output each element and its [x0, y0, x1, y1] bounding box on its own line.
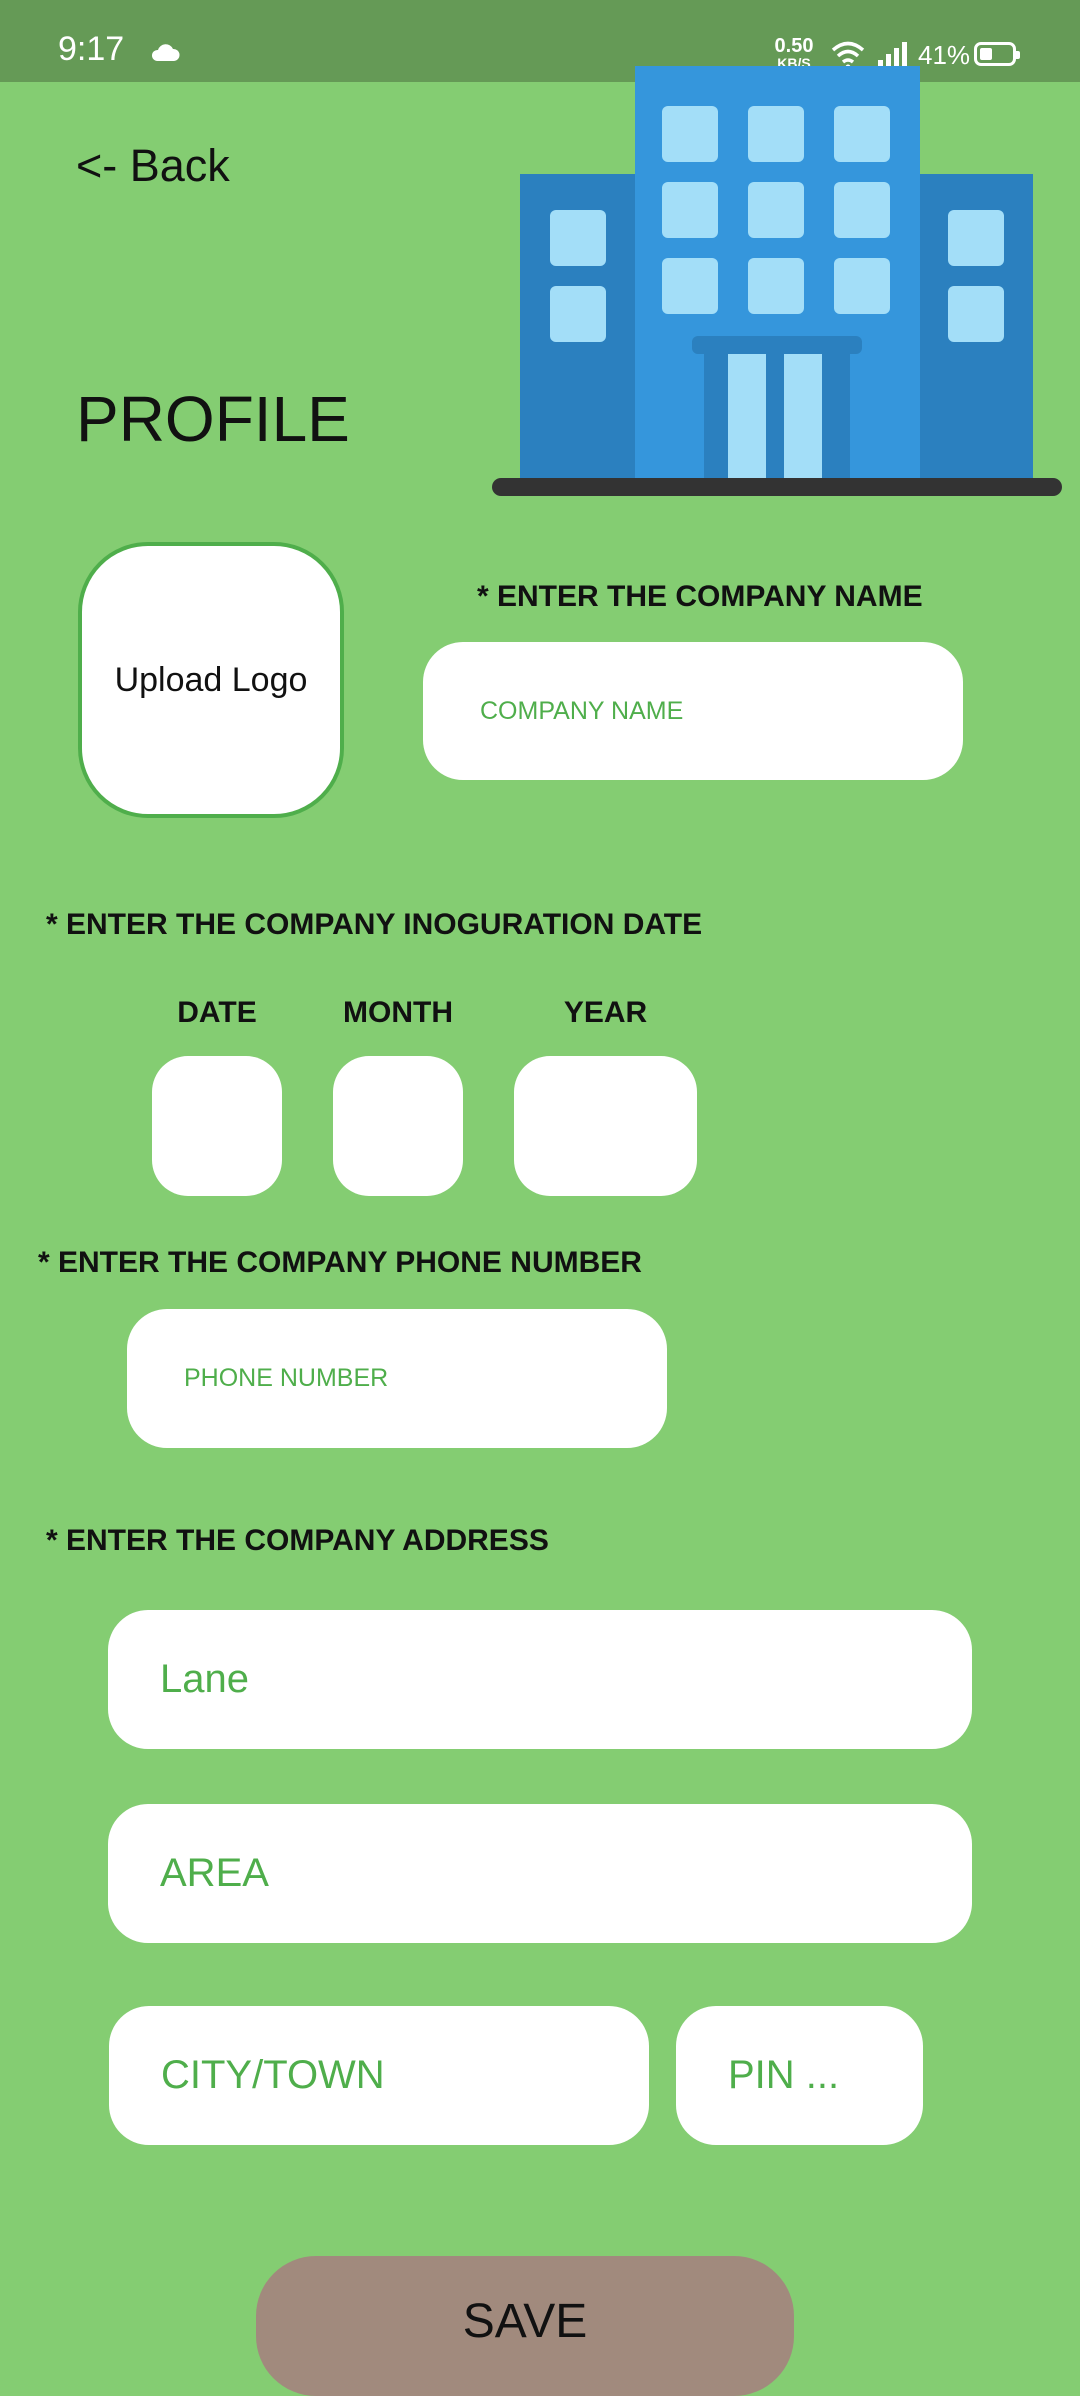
year-input[interactable]: [514, 1056, 697, 1196]
battery-icon: [974, 42, 1020, 66]
pin-code-input[interactable]: PIN ...: [676, 2006, 923, 2145]
upload-logo-button[interactable]: Upload Logo: [78, 542, 344, 818]
lane-input[interactable]: Lane: [108, 1610, 972, 1749]
save-button-label: SAVE: [462, 2295, 588, 2348]
status-time: 9:17: [58, 30, 125, 68]
date-input[interactable]: [152, 1056, 282, 1196]
cloud-icon: [150, 42, 180, 67]
phone-number-placeholder: PHONE NUMBER: [184, 1364, 389, 1392]
company-name-label: * ENTER THE COMPANY NAME: [477, 580, 923, 613]
pin-code-placeholder: PIN ...: [728, 2053, 840, 2097]
address-label: * ENTER THE COMPANY ADDRESS: [46, 1524, 549, 1557]
lane-placeholder: Lane: [160, 1657, 249, 1701]
area-input[interactable]: AREA: [108, 1804, 972, 1943]
network-speed-value: 0.50: [774, 35, 814, 57]
company-name-placeholder: COMPANY NAME: [480, 696, 684, 725]
city-town-placeholder: CITY/TOWN: [161, 2053, 385, 2097]
phone-number-input[interactable]: PHONE NUMBER: [127, 1309, 667, 1448]
city-town-input[interactable]: CITY/TOWN: [109, 2006, 649, 2145]
month-label: MONTH: [343, 996, 453, 1029]
building-icon: [490, 66, 1064, 505]
network-speed: 0.50 KB/S: [768, 36, 820, 70]
date-label: DATE: [177, 996, 257, 1029]
area-placeholder: AREA: [160, 1851, 269, 1895]
month-input[interactable]: [333, 1056, 463, 1196]
inauguration-date-label: * ENTER THE COMPANY INOGURATION DATE: [46, 908, 703, 941]
year-label: YEAR: [563, 996, 648, 1029]
company-name-input[interactable]: COMPANY NAME: [423, 642, 963, 780]
upload-logo-label: Upload Logo: [114, 660, 308, 699]
page-title: PROFILE: [76, 383, 350, 455]
phone-number-label: * ENTER THE COMPANY PHONE NUMBER: [38, 1246, 642, 1279]
back-button[interactable]: <- Back: [76, 140, 230, 192]
save-button[interactable]: SAVE: [256, 2256, 794, 2396]
